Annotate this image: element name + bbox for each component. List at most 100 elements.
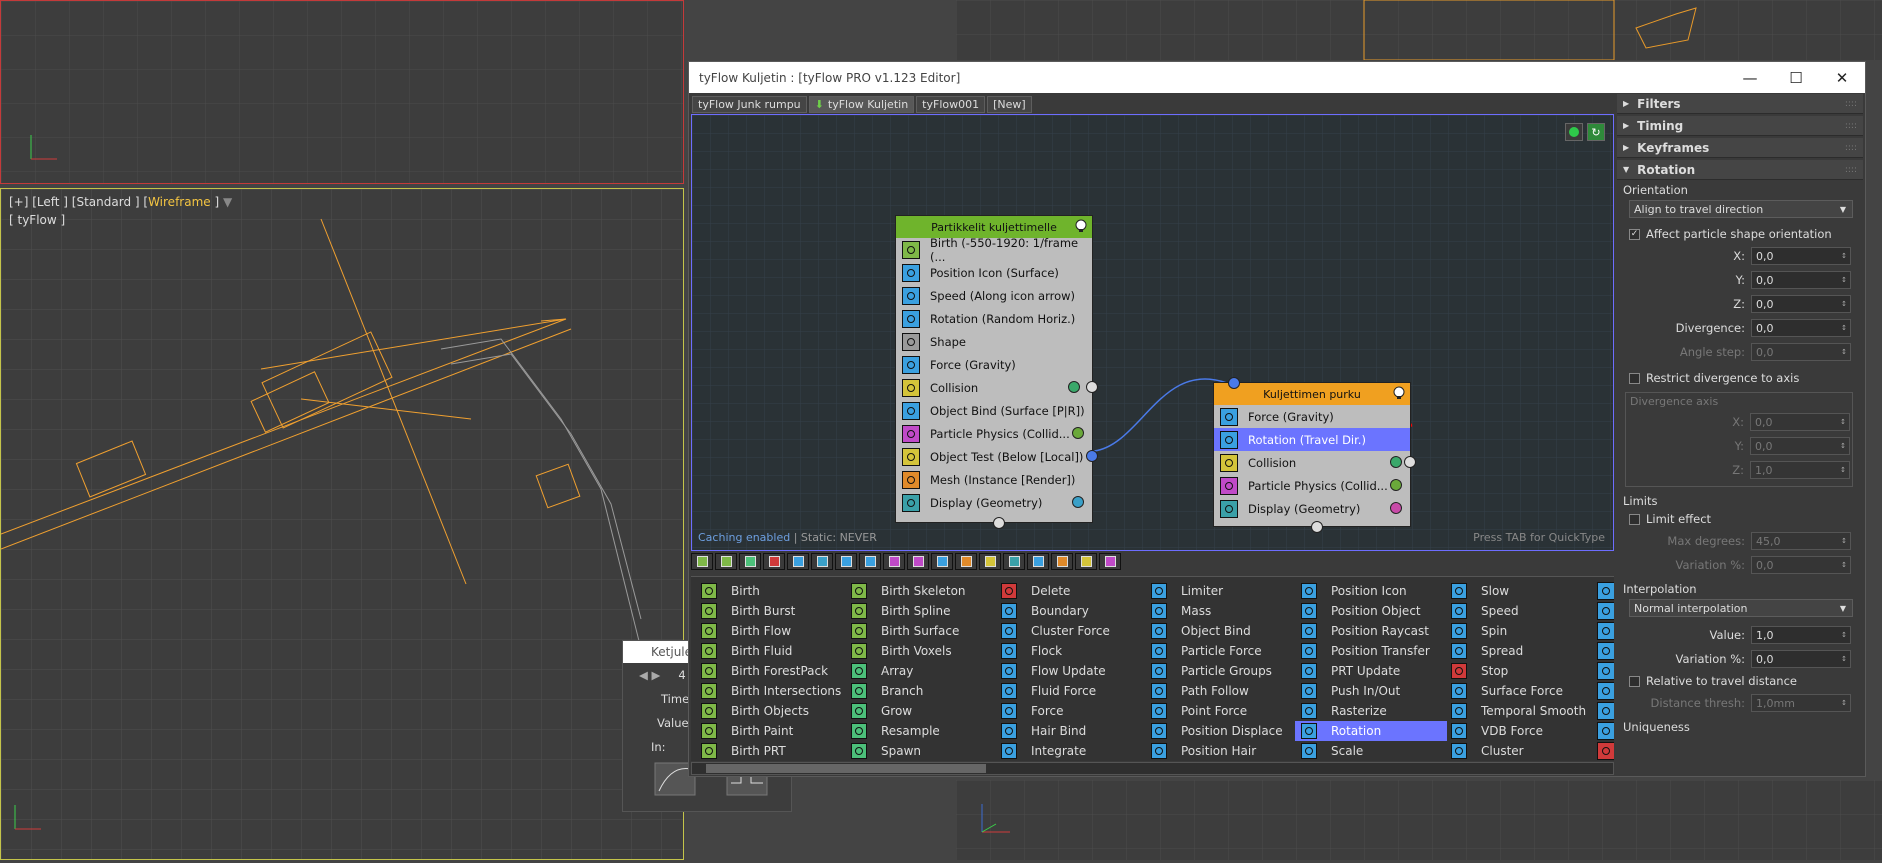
operator-socket[interactable] — [1072, 427, 1084, 439]
operator-depot[interactable]: Birth Birth Burst Birth Flow Birth Fluid Bir… — [691, 576, 1614, 761]
depot-operator[interactable]: Particle Groups — [1145, 661, 1297, 681]
category-filter-icon[interactable] — [1099, 553, 1121, 570]
depot-operator[interactable]: Position Transfer — [1295, 641, 1447, 661]
tab-new[interactable]: [New] — [987, 96, 1032, 113]
depot-operator[interactable]: Position Icon — [1295, 581, 1447, 601]
depot-operator[interactable] — [1597, 581, 1614, 601]
axis-y-spinner[interactable]: 0,0 ↕ — [1750, 437, 1850, 455]
tab-junk-rumpu[interactable]: tyFlow Junk rumpu — [692, 96, 807, 113]
depot-operator[interactable]: Position Displace — [1145, 721, 1297, 741]
depot-operator[interactable]: Boundary — [995, 601, 1147, 621]
restrict-divergence-checkbox[interactable]: Restrict divergence to axis — [1617, 368, 1863, 388]
depot-operator[interactable]: Birth Intersections — [695, 681, 847, 701]
category-filter-icon[interactable] — [931, 553, 953, 570]
depot-operator[interactable]: Birth — [695, 581, 847, 601]
depot-operator[interactable] — [1597, 601, 1614, 621]
x-spinner[interactable]: 0,0 ↕ — [1751, 247, 1851, 265]
depot-operator[interactable]: Speed — [1445, 601, 1597, 621]
depot-operator[interactable]: Slow — [1445, 581, 1597, 601]
depot-operator[interactable]: Integrate — [995, 741, 1147, 761]
variation-interp-spinner[interactable]: 0,0 ↕ — [1751, 650, 1851, 668]
value-spinner[interactable]: 1,0 ↕ — [1751, 626, 1851, 644]
operator-row[interactable]: Particle Physics (Collid... — [1214, 474, 1410, 497]
affect-shape-checkbox[interactable]: ✓ Affect particle shape orientation — [1617, 224, 1863, 244]
tab-kuljetin[interactable]: ⬇ tyFlow Kuljetin — [808, 96, 915, 113]
operator-row[interactable]: Particle Physics (Collid... — [896, 422, 1092, 445]
category-filter-icon[interactable] — [859, 553, 881, 570]
depot-operator[interactable]: Birth Surface — [845, 621, 997, 641]
depot-operator[interactable]: Grow — [845, 701, 997, 721]
tyflow-editor-window[interactable]: tyFlow Kuljetin : [tyFlow PRO v1.123 Edi… — [688, 61, 1866, 777]
category-filter-icon[interactable] — [763, 553, 785, 570]
depot-operator[interactable]: Birth ForestPack — [695, 661, 847, 681]
category-filter-icon[interactable] — [715, 553, 737, 570]
depot-operator[interactable]: Limiter — [1145, 581, 1297, 601]
flow-canvas[interactable]: ↻ Partikkelit kuljettimelle Birth (-550-… — [691, 114, 1614, 551]
minimize-button[interactable]: — — [1727, 62, 1773, 93]
category-filter-icon[interactable] — [811, 553, 833, 570]
category-filter-icon[interactable] — [691, 553, 713, 570]
category-filter-icon[interactable] — [1075, 553, 1097, 570]
category-filter-icon[interactable] — [907, 553, 929, 570]
category-filter-icon[interactable] — [835, 553, 857, 570]
category-filter-icon[interactable] — [1051, 553, 1073, 570]
operator-socket[interactable] — [1404, 456, 1416, 468]
depot-operator[interactable]: Scale — [1295, 741, 1447, 761]
operator-row[interactable]: Rotation (Travel Dir.) — [1214, 428, 1410, 451]
depot-operator[interactable]: Birth Fluid — [695, 641, 847, 661]
close-button[interactable]: ✕ — [1819, 62, 1865, 93]
refresh-icon[interactable]: ↻ — [1587, 123, 1605, 141]
operator-socket[interactable] — [1086, 450, 1098, 462]
viewport-top-left[interactable] — [0, 0, 684, 184]
depot-operator[interactable]: Spin — [1445, 621, 1597, 641]
depot-operator[interactable] — [1597, 661, 1614, 681]
depot-operator[interactable]: Push In/Out — [1295, 681, 1447, 701]
event-node-partikkelit[interactable]: Partikkelit kuljettimelle Birth (-550-19… — [895, 215, 1098, 529]
max-degrees-spinner[interactable]: 45,0 ↕ — [1751, 532, 1851, 550]
depot-operator[interactable]: Rotation — [1295, 721, 1447, 741]
operator-socket[interactable] — [1072, 496, 1084, 508]
cache-status-button[interactable] — [1565, 123, 1583, 141]
operator-row[interactable]: Collision — [896, 376, 1098, 399]
viewport-left[interactable]: [+] [Left ] [Standard ] [Wireframe ] ▼ [… — [0, 188, 684, 860]
depot-operator[interactable]: Array — [845, 661, 997, 681]
depot-operator[interactable]: Mass — [1145, 601, 1297, 621]
operator-row[interactable]: Rotation (Random Horiz.) — [896, 307, 1092, 330]
depot-operator[interactable]: Flock — [995, 641, 1147, 661]
depot-operator[interactable]: Birth Paint — [695, 721, 847, 741]
depot-operator[interactable]: Stop — [1445, 661, 1597, 681]
depot-operator[interactable]: Birth Flow — [695, 621, 847, 641]
variation-limit-spinner[interactable]: 0,0 ↕ — [1751, 556, 1851, 574]
distance-thresh-spinner[interactable]: 1,0mm ↕ — [1751, 694, 1851, 712]
properties-panel[interactable]: ▶ Filters:::: ▶ Timing:::: ▶ Keyframes:::: … — [1617, 94, 1863, 776]
depot-operator[interactable]: Point Force — [1145, 701, 1297, 721]
viewport-label[interactable]: [+] [Left ] [Standard ] [Wireframe ] ▼ — [9, 195, 232, 209]
depot-operator[interactable]: Position Hair — [1145, 741, 1297, 761]
operator-row[interactable]: Mesh (Instance [Render]) — [896, 468, 1092, 491]
depot-operator[interactable] — [1597, 741, 1614, 761]
rollout-timing[interactable]: ▶ Timing:::: — [1617, 116, 1863, 136]
depot-operator[interactable]: Birth Spline — [845, 601, 997, 621]
window-titlebar[interactable]: tyFlow Kuljetin : [tyFlow PRO v1.123 Edi… — [689, 62, 1865, 93]
depot-operator[interactable]: Fluid Force — [995, 681, 1147, 701]
divergence-spinner[interactable]: 0,0 ↕ — [1751, 319, 1851, 337]
depot-operator[interactable] — [1597, 701, 1614, 721]
depot-operator[interactable]: Hair Bind — [995, 721, 1147, 741]
depot-operator[interactable]: Force — [995, 701, 1147, 721]
operator-row[interactable]: Object Test (Below [Local]) — [896, 445, 1098, 468]
event-header[interactable]: Kuljettimen purku — [1214, 383, 1410, 405]
tab-tyflow001[interactable]: tyFlow001 — [916, 96, 986, 113]
depot-operator[interactable]: Birth Skeleton — [845, 581, 997, 601]
depot-operator[interactable]: VDB Force — [1445, 721, 1597, 741]
operator-socket[interactable] — [1390, 502, 1402, 514]
depot-operator[interactable]: Resample — [845, 721, 997, 741]
category-filter-icon[interactable] — [883, 553, 905, 570]
output-socket[interactable] — [1311, 521, 1323, 533]
operator-socket[interactable] — [1068, 381, 1080, 393]
depot-operator[interactable]: Birth Burst — [695, 601, 847, 621]
depot-operator[interactable]: Birth Objects — [695, 701, 847, 721]
depot-operator[interactable] — [1597, 641, 1614, 661]
category-filter-icon[interactable] — [955, 553, 977, 570]
depot-operator[interactable]: Position Raycast — [1295, 621, 1447, 641]
operator-row[interactable]: Display (Geometry) — [1214, 497, 1410, 520]
